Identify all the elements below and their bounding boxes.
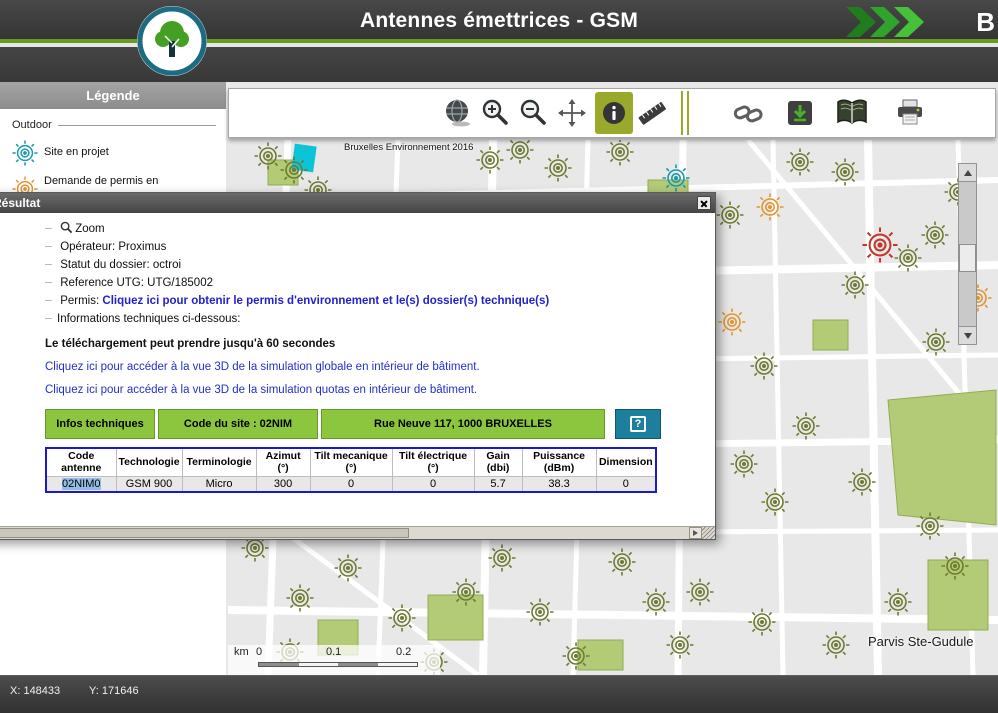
field-statut: Statut du dossier: octroi: [45, 256, 705, 274]
chevrons-icon: [846, 7, 932, 42]
resize-grip[interactable]: [702, 527, 715, 539]
dialog-horizontal-scrollbar[interactable]: [0, 526, 715, 539]
map-copyright: Bruxelles Environnement 2016: [344, 142, 473, 153]
arrow-down-icon: [964, 333, 972, 339]
scroll-thumb[interactable]: [959, 244, 976, 272]
dialog-title: Résultat: [0, 196, 40, 210]
link-3d-global[interactable]: Cliquez ici pour accéder à la vue 3D de …: [45, 361, 480, 373]
scroll-up-button[interactable]: [958, 163, 977, 182]
scroll-thumb[interactable]: [0, 528, 409, 538]
toolbar-divider: [681, 91, 689, 135]
scroll-down-button[interactable]: [958, 326, 977, 345]
link-chain-icon[interactable]: [729, 92, 767, 134]
scroll-right-button[interactable]: [689, 527, 702, 539]
pan-icon[interactable]: [553, 92, 591, 134]
zoom-in-icon[interactable]: [477, 92, 515, 134]
infos-techniques-cell: Infos techniques: [45, 409, 155, 439]
legend-item-site-en-projet: Site en projet: [12, 140, 216, 166]
info-icon[interactable]: [595, 92, 633, 134]
download-note: Le téléchargement peut prendre jusqu'à 6…: [45, 338, 705, 350]
brand-text: B: [976, 7, 995, 38]
place-label: Parvis Ste-Gudule: [868, 634, 974, 649]
dialog-body: Zoom Opérateur: Proximus Statut du dossi…: [0, 213, 715, 528]
legend-group-outdoor: Outdoor: [12, 119, 216, 131]
download-icon[interactable]: [781, 92, 819, 134]
book-icon[interactable]: [833, 92, 871, 134]
permis-link[interactable]: Cliquez ici pour obtenir le permis d'env…: [102, 295, 549, 307]
globe-icon[interactable]: [439, 92, 477, 134]
antenna-code-cell: 02NIM0: [46, 476, 116, 492]
arrow-up-icon: [964, 170, 972, 176]
coord-x: X: 148433: [10, 685, 60, 697]
site-code-cell: Code du site : 02NIM: [158, 409, 318, 439]
map-vertical-scrollbar[interactable]: [958, 163, 977, 345]
dialog-titlebar[interactable]: Résultat: [0, 193, 715, 213]
zoom-out-icon[interactable]: [515, 92, 553, 134]
info-note: Informations techniques ci-dessous:: [45, 310, 705, 328]
scale-unit: km: [234, 646, 249, 658]
coord-y: Y: 171646: [89, 685, 139, 697]
help-icon: ?: [630, 416, 646, 432]
help-button[interactable]: ?: [615, 409, 661, 439]
print-icon[interactable]: [891, 92, 929, 134]
zoom-link[interactable]: Zoom: [45, 220, 705, 238]
site-summary-row: Infos techniques Code du site : 02NIM Ru…: [45, 409, 705, 439]
legend-title: Légende: [0, 82, 226, 109]
app-window: Antennes émettrices - GSM B Chercher... …: [0, 0, 998, 713]
close-icon[interactable]: [697, 196, 711, 210]
arrow-right-icon: [693, 530, 698, 536]
measure-ruler-icon[interactable]: [633, 92, 671, 134]
tree-logo-icon: [136, 5, 208, 77]
map-scale: km 0 0.1 0.2: [228, 645, 440, 675]
field-operateur: Opérateur: Proximus: [45, 238, 705, 256]
result-dialog: Résultat Zoom Opérateur: Proximus Statut…: [0, 192, 716, 540]
status-bar: X: 148433 Y: 171646: [0, 675, 998, 713]
table-row: 02NIM0 GSM 900 Micro 300 0 0 5.7 38.3 0: [46, 476, 656, 492]
magnifier-icon: [60, 221, 73, 234]
table-header-row: Code antenne Technologie Terminologie Az…: [46, 448, 656, 476]
field-reference-utg: Reference UTG: UTG/185002: [45, 274, 705, 292]
scroll-track[interactable]: [958, 182, 977, 326]
field-permis: Permis: Cliquez ici pour obtenir le perm…: [45, 292, 705, 310]
scale-bar: [258, 662, 418, 667]
map-toolbar: [228, 88, 996, 138]
antenna-teal-icon: [12, 140, 38, 166]
antenna-table: Code antenne Technologie Terminologie Az…: [45, 447, 657, 493]
link-3d-quotas[interactable]: Cliquez ici pour accéder à la vue 3D de …: [45, 384, 477, 396]
water-layer: [291, 144, 316, 173]
site-address-cell: Rue Neuve 117, 1000 BRUXELLES: [321, 409, 605, 439]
